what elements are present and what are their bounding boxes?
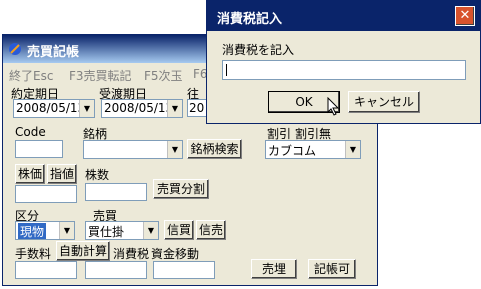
close-icon[interactable]: ✕ xyxy=(455,6,475,26)
main-window-title: 売買記帳 xyxy=(27,45,80,60)
record-ok-button[interactable]: 記帳可 xyxy=(308,259,356,279)
fund-transfer-label: 資金移動 xyxy=(151,247,200,261)
category-value: 現物 xyxy=(18,223,47,239)
chevron-down-icon[interactable]: ▼ xyxy=(79,100,94,117)
tax-input[interactable] xyxy=(85,261,147,279)
chevron-down-icon[interactable]: ▼ xyxy=(167,100,182,117)
dialog-title: 消費税記入 xyxy=(217,12,283,27)
delivery-date-value: 2008/05/13 xyxy=(104,101,174,115)
code-input[interactable] xyxy=(15,140,63,158)
delivery-date-combo[interactable]: 2008/05/13 ▼ xyxy=(101,99,183,118)
broker-combo[interactable]: カブコム ▼ xyxy=(265,140,361,159)
dialog-titlebar[interactable]: 消費税記入 ✕ xyxy=(207,1,480,31)
price-input[interactable] xyxy=(15,185,77,203)
tax-entry-dialog: 消費税記入 ✕ 消費税を記入 OK キャンセル xyxy=(206,0,481,124)
sell-button[interactable]: 売埋 xyxy=(251,259,297,279)
stock-combo[interactable]: ▼ xyxy=(83,140,183,159)
split-trade-button[interactable]: 売買分割 xyxy=(153,179,209,199)
code-label: Code xyxy=(15,125,46,139)
stock-price-button[interactable]: 株価 xyxy=(15,164,45,184)
stock-search-button[interactable]: 銘柄検索 xyxy=(187,139,242,159)
fund-transfer-input[interactable] xyxy=(153,261,215,279)
shares-input[interactable] xyxy=(85,183,147,201)
fee-label: 手数料 xyxy=(15,247,52,261)
limit-price-button[interactable]: 指値 xyxy=(47,164,77,184)
tax-amount-input[interactable] xyxy=(222,60,466,80)
broker-value: カブコム xyxy=(268,144,317,158)
tax-label: 消費税 xyxy=(113,247,150,261)
text-caret xyxy=(226,64,227,76)
menu-f3-transfer[interactable]: F3売買転記 xyxy=(69,67,132,84)
chevron-down-icon[interactable]: ▼ xyxy=(345,141,360,158)
credit-sell-button[interactable]: 信売 xyxy=(196,220,226,240)
shares-label: 株数 xyxy=(85,168,110,182)
contract-date-value: 2008/05/13 xyxy=(16,101,86,115)
contract-date-combo[interactable]: 2008/05/13 ▼ xyxy=(13,99,95,118)
partial-field-value: 20 xyxy=(189,101,205,115)
credit-buy-button[interactable]: 信買 xyxy=(164,220,194,240)
category-combo[interactable]: 現物 ▼ xyxy=(15,221,75,240)
dialog-prompt: 消費税を記入 xyxy=(222,43,295,57)
mouse-cursor-icon xyxy=(327,97,340,116)
menu-f5-next[interactable]: F5次玉 xyxy=(144,67,183,84)
trade-combo[interactable]: 買仕掛 ▼ xyxy=(85,221,159,240)
chevron-down-icon[interactable]: ▼ xyxy=(59,222,74,239)
auto-calc-button[interactable]: 自動計算 xyxy=(56,241,110,261)
menu-exit-esc[interactable]: 終了Esc xyxy=(9,67,53,84)
trade-value: 買仕掛 xyxy=(88,225,125,239)
app-icon xyxy=(9,43,21,55)
fee-input[interactable] xyxy=(15,261,77,279)
chevron-down-icon[interactable]: ▼ xyxy=(143,222,158,239)
cancel-button[interactable]: キャンセル xyxy=(348,91,420,113)
chevron-down-icon[interactable]: ▼ xyxy=(167,141,182,158)
